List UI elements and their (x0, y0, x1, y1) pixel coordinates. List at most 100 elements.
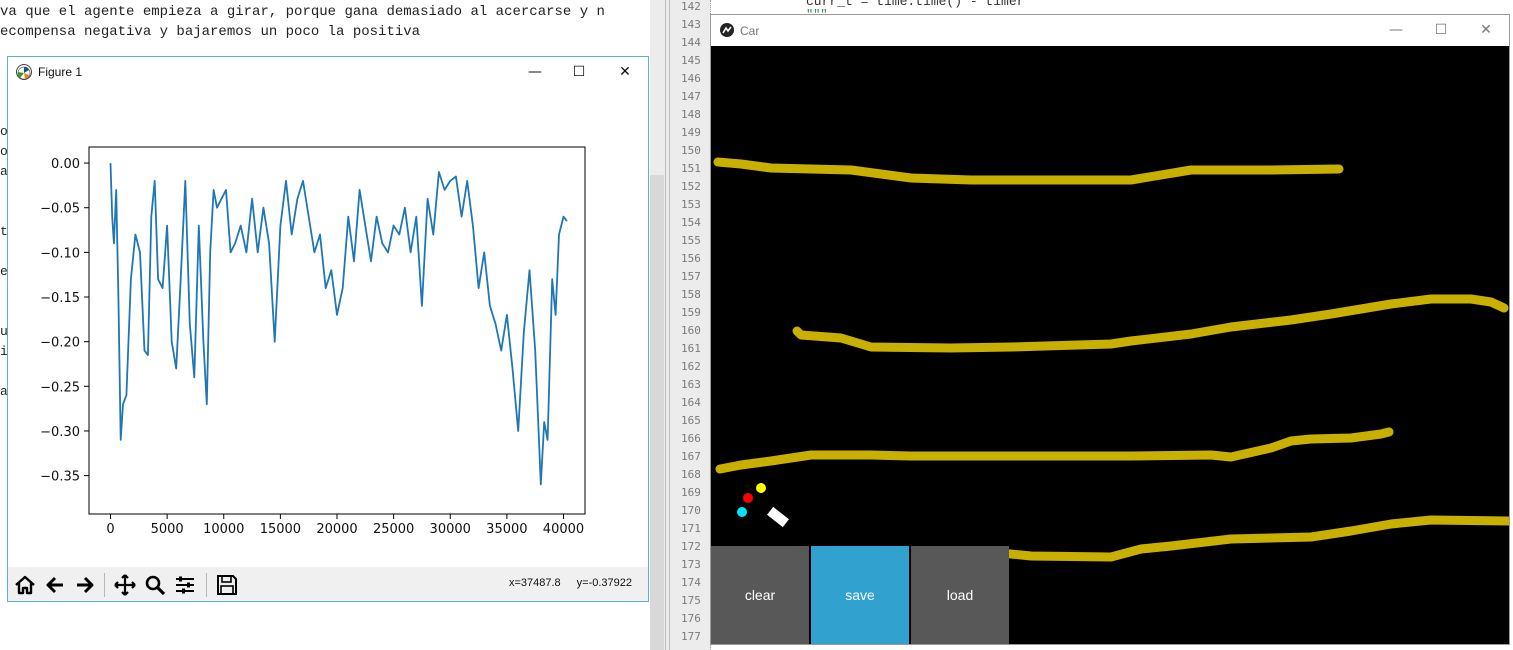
line-number-gutter: 142 143 144 145 146 147 148 149 150 151 152 153 154 1… (680, 0, 711, 650)
maximize-button[interactable]: ☐ (556, 57, 602, 87)
forward-arrow-icon[interactable] (72, 572, 98, 598)
line-number: 151 (681, 162, 701, 175)
window-divider (650, 0, 680, 650)
configure-icon[interactable] (172, 572, 198, 598)
line-number: 149 (681, 126, 701, 139)
divider-line (665, 0, 666, 650)
sand-track-line (715, 427, 1394, 474)
line-number: 174 (681, 576, 701, 589)
line-number: 147 (681, 90, 701, 103)
close-button[interactable]: ✕ (1463, 15, 1509, 45)
x-tick-label: 25000 (373, 522, 414, 537)
x-tick-label: 0 (106, 522, 114, 537)
pan-icon[interactable] (112, 572, 138, 598)
figure-titlebar[interactable]: Figure 1 — ☐ ✕ (8, 57, 648, 87)
line-number: 143 (681, 18, 701, 31)
line-number: 142 (681, 0, 701, 13)
line-number: 163 (681, 378, 701, 391)
y-tick-label: 0.00 (51, 157, 80, 172)
x-tick-label: 10000 (203, 522, 244, 537)
maximize-button[interactable]: ☐ (1418, 15, 1464, 45)
sensor-red (743, 493, 753, 503)
y-tick-label: −0.20 (40, 336, 80, 351)
plot-area[interactable]: 0 5000 10000 15000 20000 25000 30000 35000 40000… (8, 87, 648, 567)
notebook-text-line: ecompensa negativa y bajaremos un poco l… (0, 24, 421, 40)
divider-line (669, 0, 670, 650)
car-window-title: Car (740, 24, 760, 38)
x-tick-label: 40000 (543, 522, 584, 537)
y-tick-label: −0.10 (40, 246, 80, 261)
sand-track-line (792, 294, 1509, 353)
line-number: 171 (681, 522, 701, 535)
kivy-icon (720, 23, 734, 37)
line-number: 157 (681, 270, 701, 283)
back-arrow-icon[interactable] (42, 572, 68, 598)
line-number: 153 (681, 198, 701, 211)
y-tick-label: −0.35 (40, 470, 80, 485)
line-number: 150 (681, 144, 701, 157)
line-number: 145 (681, 54, 701, 67)
sand-track-line (996, 515, 1513, 562)
line-number: 144 (681, 36, 701, 49)
code-line[interactable]: curr_t = time.time() - timer (806, 0, 1024, 9)
toolbar-separator (104, 573, 105, 597)
notebook-text-line: va que el agente empieza a girar, porque… (0, 4, 605, 20)
minimize-button[interactable]: — (1373, 15, 1419, 45)
figure-toolbar: x=37487.8 y=-0.37922 (8, 567, 648, 601)
line-number: 146 (681, 72, 701, 85)
minimize-button[interactable]: — (512, 57, 558, 87)
car-agent (767, 506, 789, 528)
line-number: 167 (681, 450, 701, 463)
car-window: Car — ☐ ✕ clear save load (710, 14, 1513, 645)
reward-line-chart[interactable]: 0 5000 10000 15000 20000 25000 30000 35000 40000… (8, 87, 648, 567)
line-number: 175 (681, 594, 701, 607)
line-number: 155 (681, 234, 701, 247)
sand-track-line (713, 157, 1344, 185)
y-tick-label: −0.25 (40, 380, 80, 395)
scrollbar[interactable] (650, 175, 664, 650)
clear-button[interactable]: clear (711, 546, 809, 644)
line-number: 148 (681, 108, 701, 121)
line-number: 152 (681, 180, 701, 193)
save-icon[interactable] (214, 572, 240, 598)
car-titlebar[interactable]: Car — ☐ ✕ (711, 15, 1509, 46)
home-icon[interactable] (12, 572, 38, 598)
line-number: 164 (681, 396, 701, 409)
y-tick-label: −0.05 (40, 202, 80, 217)
line-number: 159 (681, 306, 701, 319)
zoom-icon[interactable] (142, 572, 168, 598)
x-tick-label: 30000 (430, 522, 471, 537)
figure-window: Figure 1 — ☐ ✕ 0 5000 10000 15000 20000 25000… (7, 56, 649, 602)
line-number: 156 (681, 252, 701, 265)
sensor-cyan (737, 507, 747, 517)
line-number: 160 (681, 324, 701, 337)
line-number: 158 (681, 288, 701, 301)
figure-title: Figure 1 (38, 65, 83, 79)
line-number: 170 (681, 504, 701, 517)
load-button[interactable]: load (911, 546, 1009, 644)
sensor-yellow (756, 483, 766, 493)
line-number: 165 (681, 414, 701, 427)
line-number: 173 (681, 558, 701, 571)
x-coordinate: x=37487.8 (508, 577, 561, 589)
y-coordinate: y=-0.37922 (576, 577, 632, 589)
line-number: 154 (681, 216, 701, 229)
cursor-coordinates: x=37487.8 y=-0.37922 (493, 577, 632, 589)
x-tick-label: 35000 (486, 522, 527, 537)
save-button[interactable]: save (811, 546, 909, 644)
x-tick-label: 5000 (151, 522, 184, 537)
line-number: 177 (681, 630, 701, 643)
x-tick-label: 15000 (260, 522, 301, 537)
toolbar-separator (206, 573, 207, 597)
line-number: 169 (681, 486, 701, 499)
line-number: 166 (681, 432, 701, 445)
x-tick-label: 20000 (316, 522, 357, 537)
line-number: 176 (681, 612, 701, 625)
line-number: 168 (681, 468, 701, 481)
line-number: 172 (681, 540, 701, 553)
line-number: 162 (681, 360, 701, 373)
y-tick-label: −0.15 (40, 291, 80, 306)
drawing-canvas[interactable]: clear save load (711, 46, 1513, 644)
close-button[interactable]: ✕ (602, 57, 648, 87)
y-tick-label: −0.30 (40, 425, 80, 440)
